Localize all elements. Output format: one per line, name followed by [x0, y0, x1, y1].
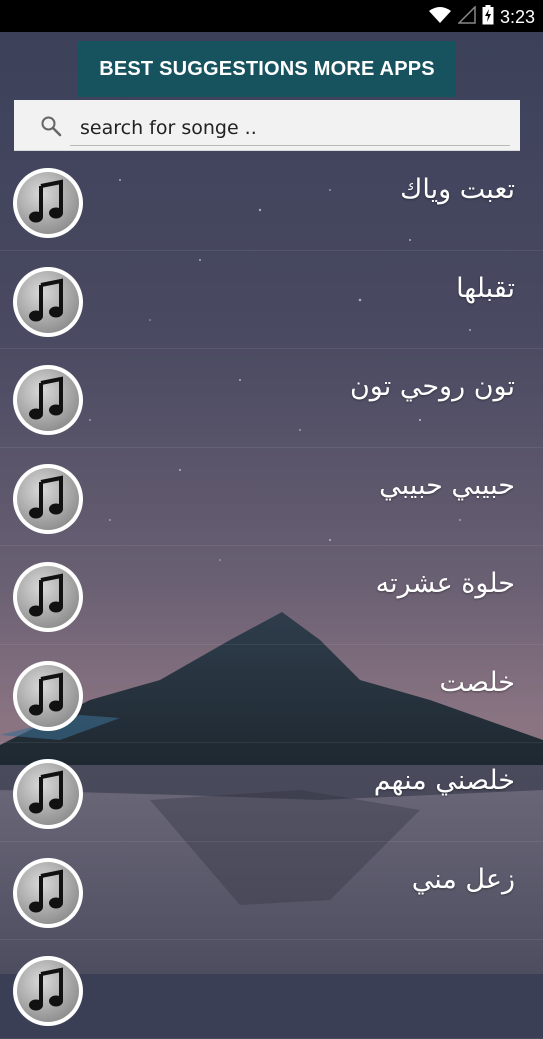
song-title: حلوة عشرته: [375, 568, 515, 599]
song-title: خلصت: [439, 666, 515, 698]
search-icon[interactable]: [40, 115, 62, 141]
music-note-icon: [11, 462, 85, 536]
search-bar: [14, 100, 520, 151]
status-icons: 3:23: [428, 5, 535, 29]
song-item[interactable]: تعبت وياك: [0, 152, 543, 251]
music-note-icon: [11, 954, 85, 1028]
song-item[interactable]: زعل مني: [0, 842, 543, 940]
music-note-icon: [11, 363, 85, 437]
music-note-icon: [11, 166, 85, 240]
song-title: خلصني منهم: [373, 765, 515, 796]
music-note-icon: [11, 856, 85, 930]
song-item[interactable]: حلوة عشرته: [0, 546, 543, 645]
song-item-partial[interactable]: [0, 940, 543, 1039]
status-time: 3:23: [499, 6, 535, 27]
music-note-icon: [11, 757, 85, 831]
song-item[interactable]: حبيبي حبيبي: [0, 448, 543, 546]
song-title: حبيبي حبيبي: [379, 469, 515, 501]
search-input[interactable]: [70, 110, 510, 146]
music-note-icon: [11, 560, 85, 634]
song-item[interactable]: خلصني منهم: [0, 743, 543, 842]
song-item[interactable]: تون روحي تون: [0, 349, 543, 448]
song-item[interactable]: تقبلها: [0, 251, 543, 349]
status-bar: 3:23: [0, 0, 543, 32]
wifi-icon: [428, 6, 452, 28]
song-list: تعبت وياك تقبلها تون روحي تون حبيبي حبيب…: [0, 152, 543, 1039]
song-item[interactable]: خلصت: [0, 645, 543, 743]
song-title: تون روحي تون: [349, 371, 515, 402]
battery-charging-icon: [482, 5, 494, 29]
song-title: زعل مني: [411, 863, 515, 895]
song-title: تقبلها: [456, 272, 515, 304]
music-note-icon: [11, 659, 85, 733]
signal-icon: [457, 5, 476, 28]
music-note-icon: [11, 265, 85, 339]
more-apps-button[interactable]: BEST SUGGESTIONS MORE APPS: [78, 41, 456, 97]
song-title: تعبت وياك: [400, 174, 515, 205]
